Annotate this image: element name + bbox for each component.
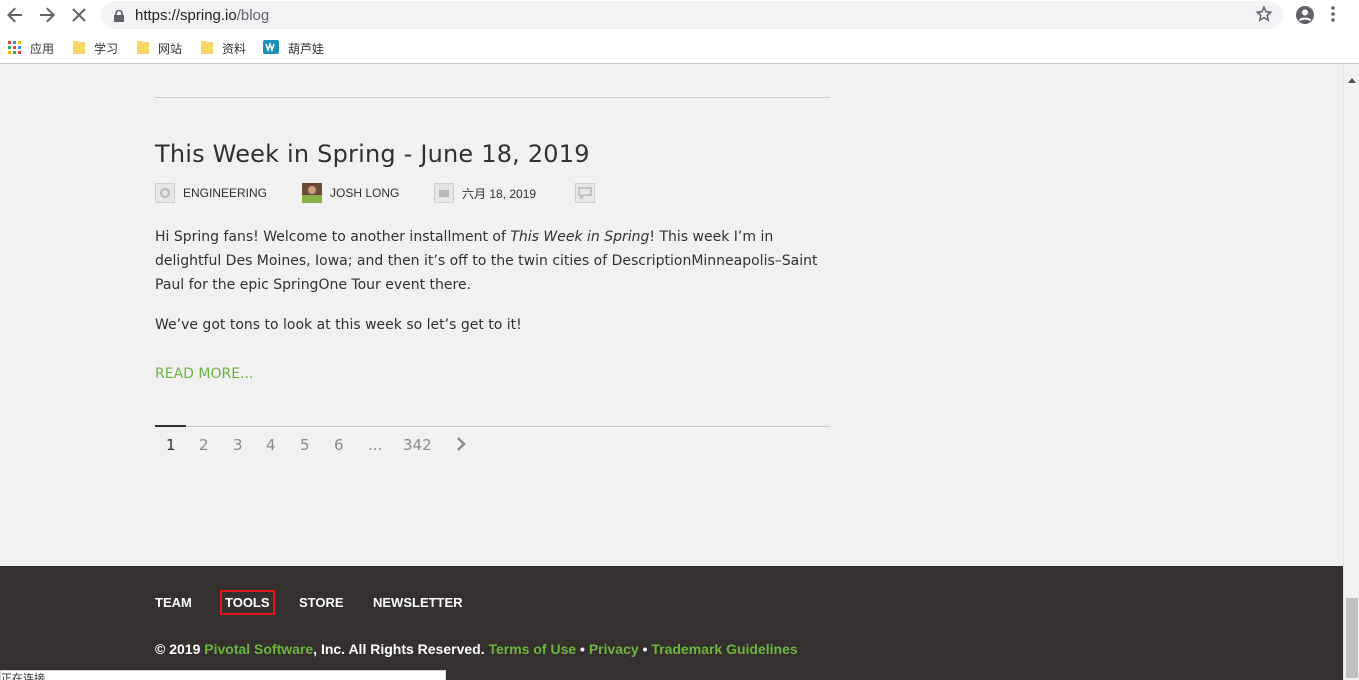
folder-icon (201, 40, 213, 57)
post-author[interactable]: JOSH LONG (302, 183, 399, 203)
page-link-last[interactable]: 342 (403, 436, 432, 454)
category-label: ENGINEERING (183, 186, 268, 200)
site-footer: TEAM TOOLS STORE NEWSLETTER © 2019 Pivot… (0, 566, 1343, 680)
bookmark-folder-docs[interactable]: 资料 (201, 40, 246, 57)
page-link-2[interactable]: 2 (199, 436, 209, 454)
forward-arrow-icon[interactable] (36, 4, 58, 26)
stop-loading-icon[interactable] (68, 4, 90, 26)
page-link-4[interactable]: 4 (266, 436, 276, 454)
scroll-up-arrow-icon[interactable] (1348, 70, 1356, 88)
author-label: JOSH LONG (330, 186, 400, 200)
pivotal-link[interactable]: Pivotal Software (204, 641, 313, 657)
footer-link-newsletter[interactable]: NEWSLETTER (373, 595, 463, 610)
bookmark-star-icon[interactable] (1255, 5, 1273, 28)
footer-link-tools[interactable]: TOOLS (220, 590, 275, 615)
read-more-link[interactable]: READ MORE... (155, 366, 253, 382)
account-icon[interactable] (1295, 5, 1315, 30)
folder-icon (73, 40, 85, 57)
bookmark-folder-sites[interactable]: 网站 (137, 40, 182, 57)
comment-icon (575, 183, 595, 203)
post-date: 六月 18, 2019 (434, 183, 536, 203)
divider (155, 97, 830, 98)
calendar-icon (434, 183, 454, 203)
page-link-5[interactable]: 5 (300, 436, 310, 454)
address-bar[interactable]: https://spring.io/blog (101, 1, 1283, 29)
status-bubble: 正在连接... (0, 670, 446, 680)
post-title[interactable]: This Week in Spring - June 18, 2019 (155, 140, 590, 168)
post-excerpt-paragraph: Hi Spring fans! Welcome to another insta… (155, 229, 818, 293)
bookmark-label: 学习 (94, 42, 119, 56)
page-scrollbar[interactable] (1343, 65, 1359, 680)
footer-link-store[interactable]: STORE (299, 595, 344, 610)
author-avatar (302, 183, 322, 203)
site-favicon-icon (263, 40, 279, 57)
bookmark-folder-study[interactable]: 学习 (73, 40, 118, 57)
category-icon (155, 183, 175, 203)
page-link-1[interactable]: 1 (166, 436, 176, 454)
bookmark-apps[interactable]: 应用 (8, 40, 54, 57)
next-page-chevron-icon[interactable] (456, 437, 466, 455)
url-text: https://spring.io/blog (135, 7, 270, 24)
post-comments[interactable] (575, 183, 603, 203)
bookmark-label: 葫芦娃 (288, 42, 325, 56)
trademark-link[interactable]: Trademark Guidelines (651, 641, 797, 657)
current-page-indicator (155, 425, 186, 427)
folder-icon (137, 40, 149, 57)
back-arrow-icon[interactable] (4, 4, 26, 26)
bookmarks-bar: 应用 学习 网站 资料 葫芦娃 (0, 31, 1359, 64)
post-excerpt-paragraph-2: We’ve got tons to look at this week so l… (155, 317, 522, 333)
page-link-3[interactable]: 3 (233, 436, 243, 454)
page-link-6[interactable]: 6 (334, 436, 344, 454)
page-ellipsis: ... (368, 436, 383, 454)
menu-dots-icon[interactable] (1330, 5, 1336, 28)
apps-grid-icon (8, 40, 21, 57)
copyright-line: © 2019 Pivotal Software, Inc. All Rights… (155, 641, 798, 657)
bookmark-huluwa[interactable]: 葫芦娃 (263, 40, 324, 57)
lock-icon (114, 9, 124, 27)
divider (155, 426, 830, 427)
footer-link-team[interactable]: TEAM (155, 595, 192, 610)
terms-link[interactable]: Terms of Use (488, 641, 576, 657)
bookmark-label: 资料 (222, 42, 247, 56)
post-category[interactable]: ENGINEERING (155, 183, 267, 203)
page-content: This Week in Spring - June 18, 2019 ENGI… (0, 65, 1343, 680)
scrollbar-thumb[interactable] (1346, 598, 1358, 678)
browser-toolbar: https://spring.io/blog (0, 0, 1359, 31)
bookmark-label: 应用 (30, 42, 55, 56)
date-label: 六月 18, 2019 (462, 186, 537, 201)
privacy-link[interactable]: Privacy (589, 641, 639, 657)
bookmark-label: 网站 (158, 42, 183, 56)
